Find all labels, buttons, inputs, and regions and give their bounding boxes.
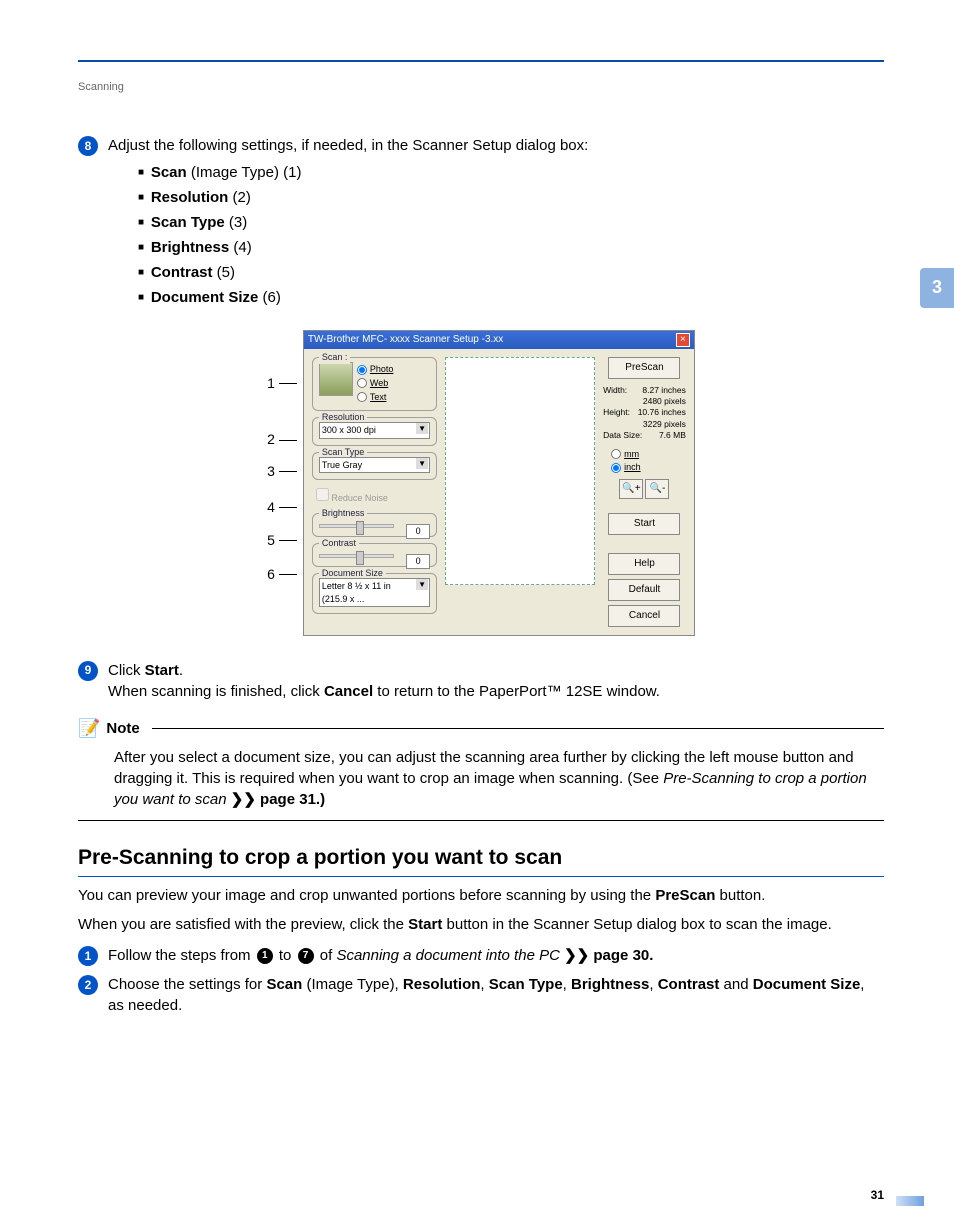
dialog-title: TW-Brother MFC- xxxx Scanner Setup -3.xx bbox=[308, 333, 503, 347]
step-number-9: 9 bbox=[78, 661, 98, 681]
document-size-group: Document Size Letter 8 ½ x 11 in (215.9 … bbox=[312, 573, 437, 614]
scan-type-group: Scan Type True Gray bbox=[312, 452, 437, 481]
contrast-slider[interactable] bbox=[319, 554, 394, 558]
step-8-list: Scan (Image Type) (1) Resolution (2) Sca… bbox=[108, 162, 884, 308]
resolution-dropdown[interactable]: 300 x 300 dpi bbox=[319, 422, 430, 439]
scan-thumbnail bbox=[319, 362, 353, 396]
inline-step-7: 7 bbox=[298, 948, 314, 964]
step-number-2: 2 bbox=[78, 975, 98, 995]
dialog-titlebar: TW-Brother MFC- xxxx Scanner Setup -3.xx… bbox=[304, 331, 694, 349]
scanner-setup-dialog: TW-Brother MFC- xxxx Scanner Setup -3.xx… bbox=[303, 330, 695, 635]
radio-web[interactable] bbox=[357, 378, 367, 388]
step-number-8: 8 bbox=[78, 136, 98, 156]
prescan-button[interactable]: PreScan bbox=[608, 357, 680, 379]
step-2: 2 Choose the settings for Scan (Image Ty… bbox=[78, 974, 884, 1016]
page-number: 31 bbox=[871, 1187, 884, 1204]
help-button[interactable]: Help bbox=[608, 553, 680, 575]
step-8: 8 Adjust the following settings, if need… bbox=[78, 135, 884, 312]
callout-numbers: 1 2 3 4 5 6 bbox=[267, 330, 303, 635]
cancel-button[interactable]: Cancel bbox=[608, 605, 680, 627]
brightness-slider[interactable] bbox=[319, 524, 394, 528]
unit-mm-radio[interactable] bbox=[611, 449, 621, 459]
zoom-in-button[interactable]: 🔍+ bbox=[619, 479, 643, 499]
brightness-value[interactable]: 0 bbox=[406, 524, 430, 539]
scanner-setup-screenshot: 1 2 3 4 5 6 TW-Brother MFC- xxxx Scanner… bbox=[78, 330, 884, 635]
reduce-noise-checkbox bbox=[316, 488, 329, 501]
radio-text[interactable] bbox=[357, 392, 367, 402]
pre-scanning-heading: Pre-Scanning to crop a portion you want … bbox=[78, 843, 884, 877]
section-label: Scanning bbox=[78, 80, 884, 95]
document-size-dropdown[interactable]: Letter 8 ½ x 11 in (215.9 x ... bbox=[319, 578, 430, 607]
radio-photo[interactable] bbox=[357, 365, 367, 375]
unit-inch-radio[interactable] bbox=[611, 463, 621, 473]
step-8-intro: Adjust the following settings, if needed… bbox=[108, 135, 884, 156]
inline-step-1: 1 bbox=[257, 948, 273, 964]
brightness-group: Brightness 0 bbox=[312, 513, 437, 537]
chapter-tab: 3 bbox=[920, 268, 954, 308]
zoom-out-button[interactable]: 🔍- bbox=[645, 479, 669, 499]
note-icon: 📝 bbox=[78, 716, 100, 741]
default-button[interactable]: Default bbox=[608, 579, 680, 601]
prescan-para-2: When you are satisfied with the preview,… bbox=[78, 914, 884, 935]
step-1: 1 Follow the steps from 1 to 7 of Scanni… bbox=[78, 945, 884, 966]
start-button[interactable]: Start bbox=[608, 513, 680, 535]
scan-group: Scan : Photo Web Text bbox=[312, 357, 437, 411]
note-block: 📝 Note After you select a document size,… bbox=[78, 716, 884, 821]
contrast-value[interactable]: 0 bbox=[406, 554, 430, 569]
note-label: Note bbox=[106, 718, 139, 739]
resolution-group: Resolution 300 x 300 dpi bbox=[312, 417, 437, 446]
scan-type-dropdown[interactable]: True Gray bbox=[319, 457, 430, 474]
top-rule bbox=[78, 60, 884, 62]
preview-area[interactable] bbox=[445, 357, 595, 585]
prescan-para-1: You can preview your image and crop unwa… bbox=[78, 885, 884, 906]
close-icon[interactable]: × bbox=[676, 333, 690, 347]
step-number-1: 1 bbox=[78, 946, 98, 966]
page-number-bar bbox=[896, 1196, 924, 1206]
contrast-group: Contrast 0 bbox=[312, 543, 437, 567]
scan-info: Width: 8.27 inches 2480 pixels Height: 1… bbox=[603, 383, 686, 442]
step-9: 9 Click Start. When scanning is finished… bbox=[78, 660, 884, 702]
